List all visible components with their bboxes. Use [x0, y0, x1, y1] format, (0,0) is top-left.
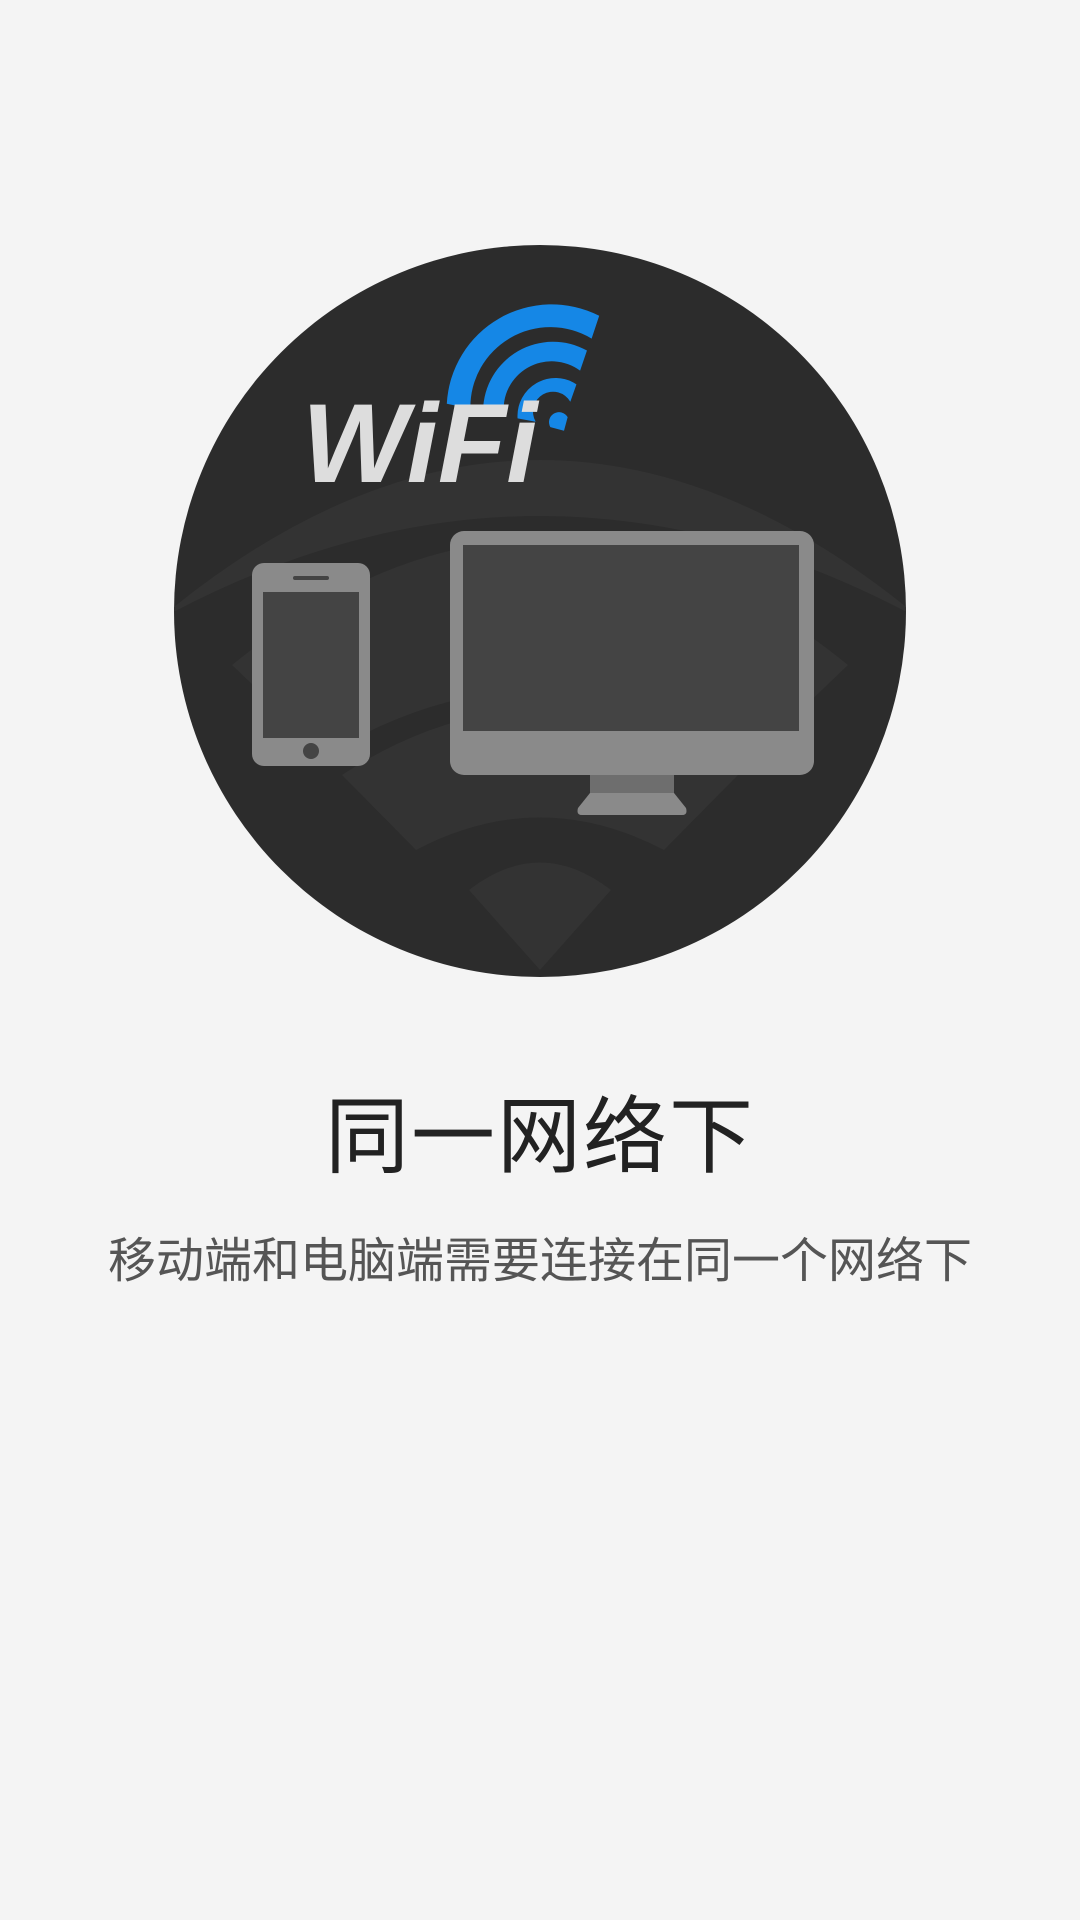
- wifi-logo-text: WiFi: [302, 381, 540, 506]
- monitor-icon: [450, 531, 814, 815]
- wifi-devices-graphic: WiFi: [174, 245, 906, 977]
- wifi-illustration: WiFi: [174, 245, 906, 977]
- phone-icon: [252, 563, 370, 766]
- page-title: 同一网络下: [324, 1088, 755, 1186]
- onboarding-screen: WiFi 同一网络下 移动端和电脑端需要连接在同一个网络下: [0, 0, 1080, 1920]
- page-description: 移动端和电脑端需要连接在同一个网络下: [107, 1233, 972, 1289]
